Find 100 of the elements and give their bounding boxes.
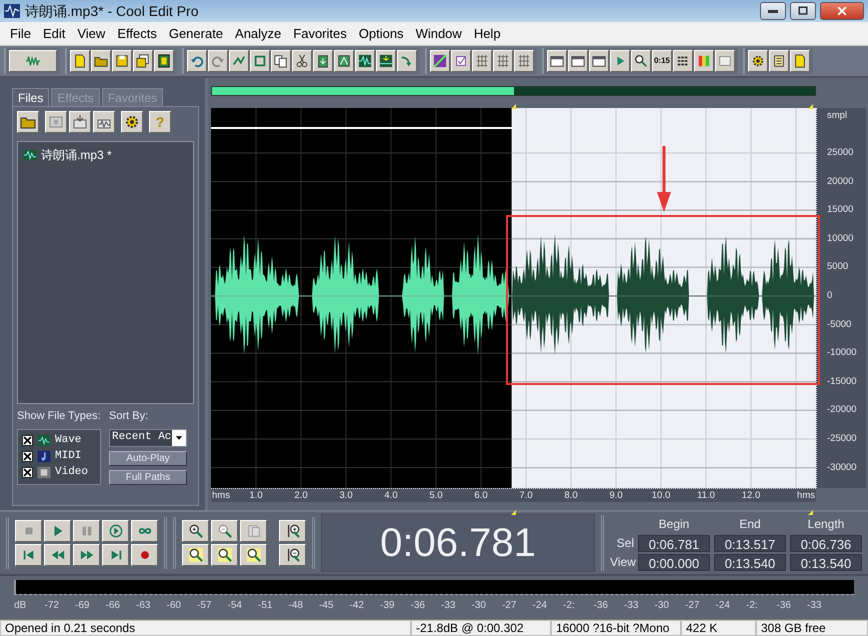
toolbar-button[interactable] [91,50,111,72]
time-field[interactable]: 0:13.517 [714,534,786,552]
selection-marker-icon [510,104,519,112]
vertical-zoom-out-button[interactable] [279,544,306,566]
time-label: hms [797,490,815,501]
loop-button[interactable] [131,520,158,542]
circled-play-button[interactable] [102,520,129,542]
close-icon [836,5,848,17]
checkbox[interactable] [22,467,33,478]
toolbar-button[interactable] [355,50,375,72]
vertical-zoom-in-button[interactable] [279,520,306,542]
close-button[interactable] [820,2,864,20]
organizer-tab[interactable]: Files [12,88,50,106]
toolbar-button[interactable] [748,50,768,72]
toolbar-button[interactable] [112,50,132,72]
fast-forward-button[interactable] [73,544,100,566]
menu-item[interactable]: File [4,24,37,44]
mix-button[interactable] [93,111,115,133]
row-label: View [610,554,634,571]
menu-item[interactable]: Window [410,24,468,44]
end-marker-icon [808,104,816,112]
redo-icon [211,54,225,68]
checkbox[interactable] [22,451,33,462]
toolbar-button[interactable] [451,50,471,72]
toolbar-button[interactable] [313,50,333,72]
overview-bar[interactable] [211,86,816,96]
file-name[interactable]: 诗朗诵.mp3 * [41,146,112,164]
pause-button[interactable] [73,520,100,542]
axis-label: -20000 [827,405,857,416]
zoom-selection-button[interactable] [240,544,267,566]
waveform-drawing[interactable] [211,108,816,488]
time-label: hms [212,490,230,501]
maximize-button[interactable] [790,2,816,20]
record-button[interactable] [131,544,158,566]
toolbar-button[interactable] [568,50,588,72]
open-button[interactable] [17,111,39,133]
toolbar-button[interactable] [547,50,567,72]
menu-item[interactable]: Analyze [229,24,288,44]
diagonal-line-icon [433,54,447,68]
status-text: 308 GB free [756,620,868,636]
toolbar-button[interactable] [631,50,651,72]
menu-item[interactable]: Edit [36,24,72,44]
pause-icon [80,524,94,538]
time-field[interactable]: 0:00.000 [638,554,710,570]
rewind-button[interactable] [44,544,71,566]
sort-by-label: Sort By: [109,409,150,424]
time-label: 6.0 [474,490,488,501]
toolbar-button[interactable] [790,50,810,72]
zoom-in-button[interactable] [182,520,209,542]
meter-label: -24 [716,599,731,613]
time-label: 3.0 [339,490,353,501]
time-label: 11.0 [697,490,715,501]
menu-item[interactable]: View [71,24,112,44]
time-field[interactable]: 0:06.781 [638,534,710,552]
toolbar-button[interactable] [292,50,312,72]
stop-button[interactable] [15,520,42,542]
insert-button[interactable] [69,111,91,133]
x-mark-icon [23,468,32,477]
close-file-button[interactable] [45,111,67,133]
toolbar-button[interactable] [334,50,354,72]
toolbar-button[interactable] [589,50,609,72]
app-icon [4,3,20,19]
skip-to-end-button[interactable] [102,544,129,566]
menu-item[interactable]: Help [468,24,507,44]
time-label: 2.0 [294,490,308,501]
meter-label: -66 [106,599,121,613]
time-field[interactable]: 0:13.540 [790,554,862,570]
menu-item[interactable]: Generate [162,24,230,44]
sort-by-dropdown[interactable]: Recent Ac [109,428,187,446]
menu-item[interactable]: Options [352,24,410,44]
time-field[interactable]: 0:06.736 [790,534,862,552]
menu-item[interactable]: Effects [111,24,163,44]
x-mark-icon [23,452,32,461]
time-field[interactable]: 0:13.540 [714,554,786,570]
skip-to-start-icon [22,548,36,562]
toolbar-button[interactable] [271,50,291,72]
toolbar-button[interactable] [154,50,174,72]
zoom-left-button[interactable] [182,544,209,566]
file-type-label: Video [55,465,88,480]
checkbox[interactable] [22,435,33,446]
menu-item[interactable]: Favorites [287,24,353,44]
toolbar-button[interactable] [769,50,789,72]
toolbar-button[interactable] [430,50,450,72]
play-button[interactable] [44,520,71,542]
zoom-out-button[interactable] [211,520,238,542]
zoom-full-button[interactable] [240,520,267,542]
selection-marker-icon [510,510,519,518]
zoom-right-button[interactable] [211,544,238,566]
skip-to-start-button[interactable] [15,544,42,566]
toolbar-button[interactable]: 0:15 [652,50,672,72]
options-button[interactable] [121,111,143,133]
meter-label: -36 [776,599,792,613]
toolbar-button[interactable] [133,50,153,72]
minimize-button[interactable] [760,2,786,20]
axis-unit: smpl [827,111,848,121]
meter-label: -72 [44,599,60,613]
toolbar-button[interactable] [673,50,693,72]
toolbar-button[interactable] [376,50,396,72]
toolbar-button[interactable] [70,50,90,72]
toolbar-button[interactable] [187,50,207,72]
